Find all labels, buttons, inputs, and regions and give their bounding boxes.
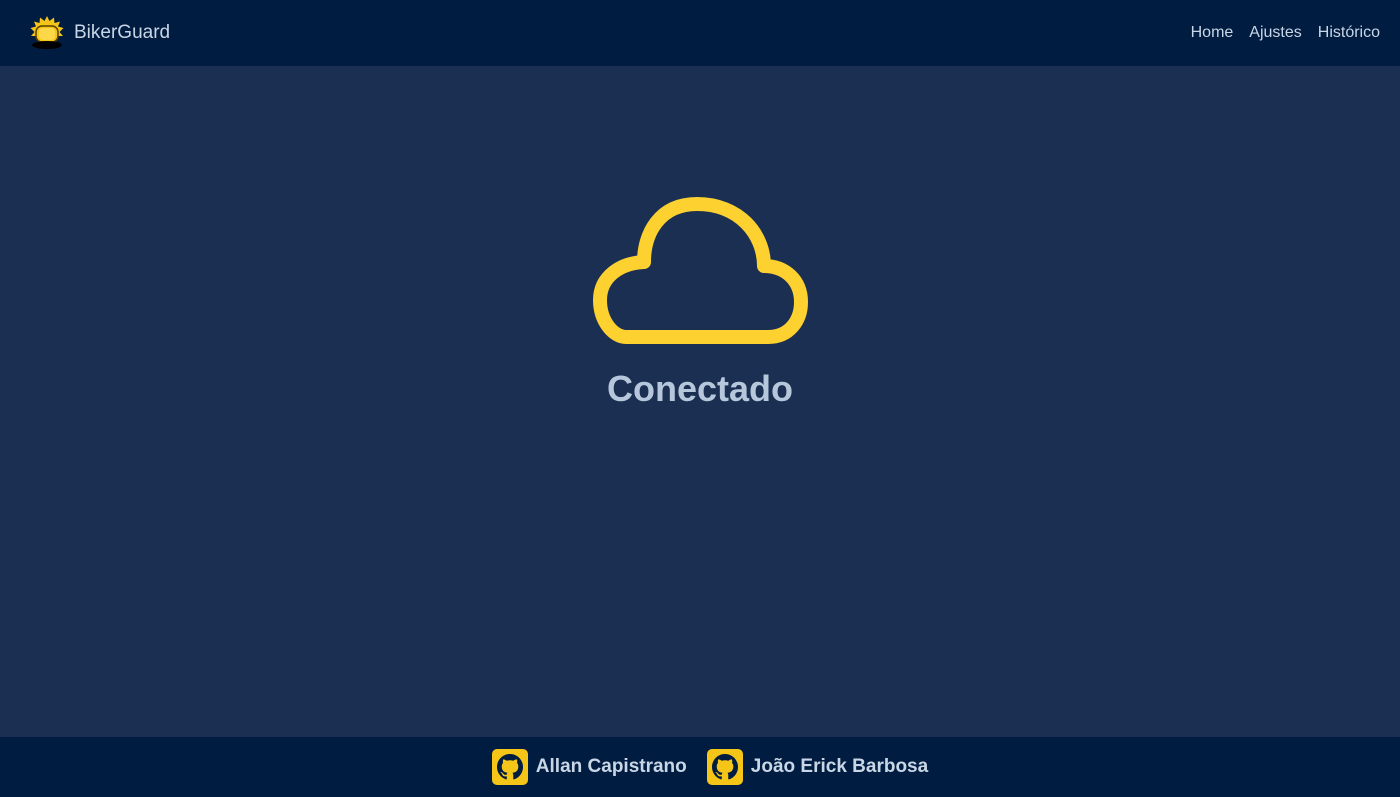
navbar: BikerGuard Home Ajustes Histórico — [0, 0, 1400, 66]
footer: Allan Capistrano João Erick Barbosa — [0, 737, 1400, 797]
github-badge — [706, 749, 743, 785]
siren-light-icon — [30, 16, 64, 49]
author-link-joao[interactable]: João Erick Barbosa — [706, 749, 929, 785]
main-content: Conectado — [0, 66, 1400, 737]
nav-links: Home Ajustes Histórico — [1191, 24, 1380, 42]
status-text: Conectado — [606, 368, 793, 409]
brand-name: BikerGuard — [74, 22, 171, 43]
author-link-allan[interactable]: Allan Capistrano — [491, 749, 687, 785]
github-icon — [711, 754, 738, 780]
connection-status: Conectado — [0, 196, 1400, 410]
author-name: Allan Capistrano — [535, 756, 687, 777]
github-icon — [496, 754, 523, 780]
nav-link-historico[interactable]: Histórico — [1318, 24, 1380, 42]
cloud-icon — [593, 197, 808, 344]
author-name: João Erick Barbosa — [750, 756, 929, 777]
brand-link[interactable]: BikerGuard — [28, 14, 170, 52]
nav-link-home[interactable]: Home — [1191, 24, 1234, 42]
github-badge — [491, 749, 528, 785]
nav-link-ajustes[interactable]: Ajustes — [1249, 24, 1301, 42]
